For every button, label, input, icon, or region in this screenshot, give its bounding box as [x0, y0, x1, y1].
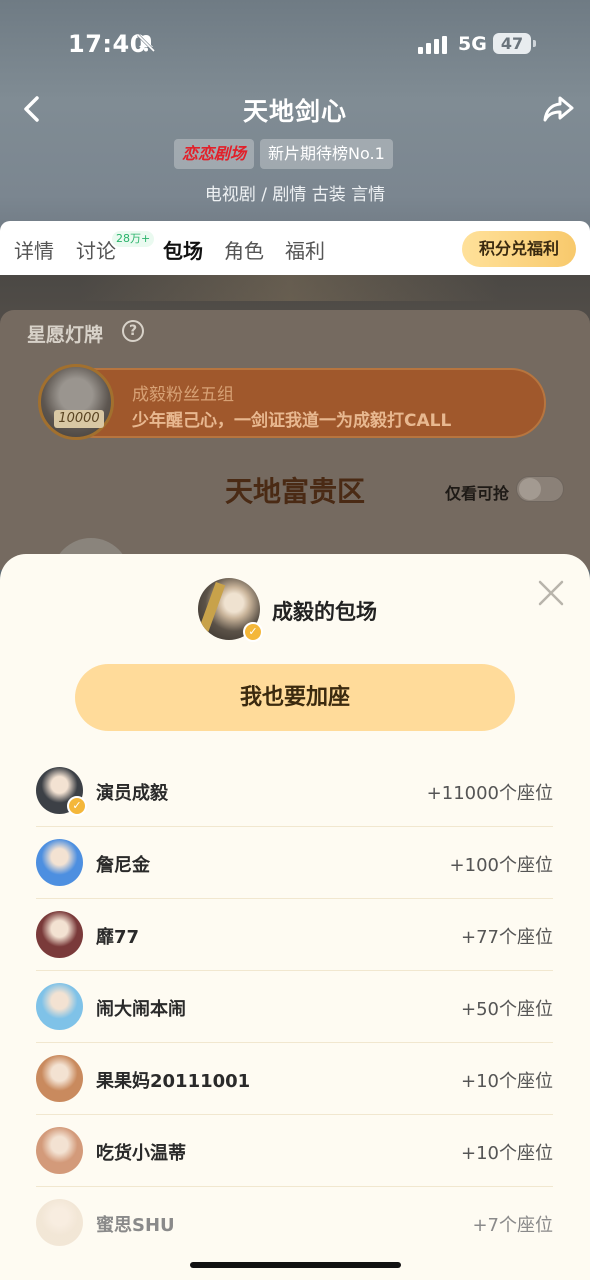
lantern-card — [0, 310, 590, 570]
supporter-list: 演员成毅 +11000个座位 詹尼金 +100个座位 靡77 +77个座位 闹大… — [36, 755, 553, 1259]
user-avatar — [36, 1199, 83, 1246]
sheet-title: 成毅的包场 — [272, 600, 377, 624]
battery-icon: 47 — [493, 33, 536, 54]
tab-bar: 详情 讨论 28万+ 包场 角色 福利 积分兑福利 — [0, 221, 590, 275]
supporter-row[interactable]: 闹大闹本闹 +50个座位 — [36, 971, 553, 1043]
banner-strip — [80, 275, 500, 301]
genre-text: 电视剧 / 剧情 古装 言情 — [204, 185, 386, 205]
tab-details[interactable]: 详情 — [14, 235, 54, 264]
tab-characters[interactable]: 角色 — [224, 235, 264, 264]
supporter-row[interactable]: 蜜思SHU +7个座位 — [36, 1187, 553, 1259]
tab-benefits[interactable]: 福利 — [285, 235, 325, 264]
user-name: 蜜思SHU — [96, 1215, 175, 1236]
status-bar: 17:40 5G 47 — [0, 0, 590, 90]
home-indicator — [190, 1262, 401, 1268]
close-icon[interactable] — [537, 579, 565, 607]
supporter-row[interactable]: 吃货小温蒂 +10个座位 — [36, 1115, 553, 1187]
fan-group-slogan: 少年醒己心，一剑证我道一为成毅打CALL — [132, 411, 452, 431]
page-title: 天地剑心 — [242, 97, 347, 126]
user-avatar — [36, 1127, 83, 1174]
seat-count: +11000个座位 — [426, 783, 553, 804]
user-name: 演员成毅 — [96, 783, 168, 804]
network-type: 5G — [458, 33, 487, 55]
verified-badge-icon: ✓ — [243, 622, 263, 642]
tab-booking[interactable]: 包场 — [163, 235, 203, 264]
brand-badge: 恋恋剧场 — [174, 139, 255, 169]
tab-discussion[interactable]: 讨论 — [76, 235, 116, 264]
verified-badge-icon: ✓ — [67, 796, 87, 816]
join-seat-button[interactable]: 我也要加座 — [75, 664, 515, 731]
lantern-title: 星愿灯牌 — [27, 324, 104, 346]
user-name: 詹尼金 — [96, 855, 150, 876]
seat-count: +10个座位 — [461, 1143, 553, 1164]
share-icon[interactable] — [542, 94, 574, 124]
points-redeem-button[interactable]: 积分兑福利 — [462, 231, 576, 267]
filter-toggle[interactable] — [516, 476, 564, 502]
signal-icon — [418, 36, 447, 54]
rank-badge[interactable]: 新片期待榜No.1 — [260, 139, 393, 169]
seat-count: +7个座位 — [472, 1215, 553, 1236]
seat-count: +50个座位 — [461, 999, 553, 1020]
help-icon[interactable]: ? — [122, 320, 144, 342]
user-avatar — [36, 911, 83, 958]
user-name: 闹大闹本闹 — [96, 999, 186, 1020]
supporter-row[interactable]: 果果妈20111001 +10个座位 — [36, 1043, 553, 1115]
user-name: 吃货小温蒂 — [96, 1143, 186, 1164]
discussion-count-badge: 28万+ — [112, 231, 155, 247]
fan-group-name: 成毅粉丝五组 — [132, 385, 234, 405]
supporter-row[interactable]: 靡77 +77个座位 — [36, 899, 553, 971]
header-badges: 恋恋剧场 新片期待榜No.1 — [174, 139, 393, 169]
seat-count: +100个座位 — [449, 855, 553, 876]
supporter-row[interactable]: 詹尼金 +100个座位 — [36, 827, 553, 899]
user-avatar — [36, 839, 83, 886]
seat-count: +77个座位 — [461, 927, 553, 948]
user-name: 果果妈20111001 — [96, 1071, 251, 1092]
user-avatar — [36, 983, 83, 1030]
fan-group-count: 10000 — [54, 410, 104, 428]
bell-muted-icon — [136, 33, 156, 53]
filter-label: 仅看可抢 — [445, 484, 510, 503]
fan-group-avatar — [38, 364, 114, 440]
user-avatar — [36, 1055, 83, 1102]
supporter-row[interactable]: 演员成毅 +11000个座位 — [36, 755, 553, 827]
seat-count: +10个座位 — [461, 1071, 553, 1092]
user-name: 靡77 — [96, 927, 140, 948]
